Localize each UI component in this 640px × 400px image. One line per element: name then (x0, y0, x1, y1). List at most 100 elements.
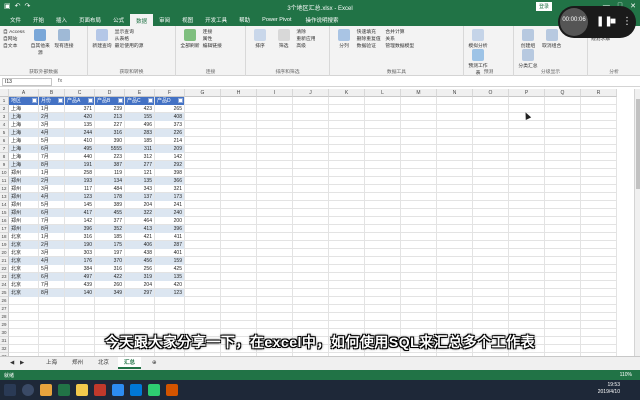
column-header[interactable]: G (185, 89, 221, 97)
table-cell[interactable]: 227 (95, 121, 125, 129)
remove-duplicates-button[interactable]: 删除重复值 (357, 36, 381, 43)
table-cell[interactable]: 5月 (39, 201, 65, 209)
row-header[interactable]: 5 (0, 129, 9, 137)
table-cell[interactable]: 185 (125, 137, 155, 145)
wechat-icon[interactable] (148, 384, 160, 396)
file-explorer-icon[interactable] (76, 384, 88, 396)
column-header[interactable]: O (473, 89, 509, 97)
column-header[interactable]: I (257, 89, 293, 97)
row-header[interactable]: 10 (0, 169, 9, 177)
table-cell[interactable]: 北京 (9, 289, 39, 297)
table-cell[interactable]: 5月 (39, 137, 65, 145)
table-cell[interactable]: 1月 (39, 105, 65, 113)
table-cell[interactable]: 上海 (9, 129, 39, 137)
table-cell[interactable]: 370 (95, 257, 125, 265)
row-header[interactable]: 21 (0, 257, 9, 265)
table-cell[interactable]: 343 (125, 185, 155, 193)
table-cell[interactable]: 3月 (39, 249, 65, 257)
table-cell[interactable]: 121 (125, 169, 155, 177)
column-header[interactable]: M (401, 89, 437, 97)
table-cell[interactable]: 396 (65, 225, 95, 233)
tell-me-search[interactable]: 操作说明搜索 (306, 16, 339, 24)
table-cell[interactable]: 2月 (39, 177, 65, 185)
table-cell[interactable]: 上海 (9, 121, 39, 129)
table-cell[interactable]: 140 (65, 289, 95, 297)
table-cell[interactable]: 190 (65, 241, 95, 249)
table-cell[interactable]: 484 (95, 185, 125, 193)
table-cell[interactable]: 135 (65, 121, 95, 129)
table-cell[interactable]: 郑州 (9, 225, 39, 233)
table-cell[interactable]: 292 (155, 161, 185, 169)
table-cell[interactable]: 411 (155, 233, 185, 241)
row-header[interactable]: 12 (0, 185, 9, 193)
filter-dropdown-icon[interactable] (32, 98, 37, 103)
table-cell[interactable]: 185 (95, 233, 125, 241)
table-cell[interactable]: 8月 (39, 225, 65, 233)
table-cell[interactable]: 406 (125, 241, 155, 249)
table-cell[interactable]: 3月 (39, 185, 65, 193)
table-cell[interactable]: 287 (155, 241, 185, 249)
table-cell[interactable]: 366 (155, 177, 185, 185)
chrome-icon[interactable] (40, 384, 52, 396)
table-cell[interactable]: 7月 (39, 281, 65, 289)
table-cell[interactable]: 240 (155, 209, 185, 217)
table-cell[interactable]: 191 (65, 161, 95, 169)
table-cell[interactable]: 214 (155, 137, 185, 145)
table-cell[interactable]: 438 (125, 249, 155, 257)
table-header-cell[interactable]: 月份 (39, 97, 65, 105)
table-cell[interactable]: 2月 (39, 241, 65, 249)
from-web-button[interactable]: 自网站 (3, 36, 25, 43)
table-cell[interactable]: 197 (95, 249, 125, 257)
row-header[interactable]: 16 (0, 217, 9, 225)
relationships-button[interactable]: 关系 (385, 36, 414, 43)
table-cell[interactable]: 417 (65, 209, 95, 217)
column-header[interactable]: D (95, 89, 125, 97)
table-cell[interactable]: 371 (65, 105, 95, 113)
table-cell[interactable]: 283 (125, 129, 155, 137)
column-header[interactable]: E (125, 89, 155, 97)
new-query-button[interactable]: 新建查询 (91, 29, 113, 49)
column-header[interactable]: B (39, 89, 65, 97)
fx-icon[interactable]: fx (58, 78, 62, 84)
sheet-tab-summary[interactable]: 汇总 (118, 357, 142, 369)
table-cell[interactable]: 200 (155, 217, 185, 225)
table-cell[interactable]: 422 (95, 273, 125, 281)
table-cell[interactable]: 390 (95, 137, 125, 145)
table-cell[interactable]: 135 (125, 177, 155, 185)
table-cell[interactable]: 郑州 (9, 193, 39, 201)
table-cell[interactable]: 134 (95, 177, 125, 185)
table-cell[interactable]: 135 (155, 273, 185, 281)
advanced-button[interactable]: 高级 (296, 43, 315, 50)
row-header[interactable]: 1 (0, 97, 9, 105)
table-cell[interactable]: 123 (65, 193, 95, 201)
filter-dropdown-icon[interactable] (88, 98, 93, 103)
row-header[interactable]: 9 (0, 161, 9, 169)
table-cell[interactable]: 401 (155, 249, 185, 257)
table-header-cell[interactable]: 产品C (125, 97, 155, 105)
table-header-cell[interactable]: 产品A (65, 97, 95, 105)
table-cell[interactable]: 上海 (9, 137, 39, 145)
table-cell[interactable]: 239 (95, 105, 125, 113)
tab-power-pivot[interactable]: Power Pivot (256, 15, 297, 25)
table-cell[interactable]: 6月 (39, 145, 65, 153)
sheet-tab-zhengzhou[interactable]: 郑州 (66, 357, 89, 369)
table-cell[interactable]: 384 (65, 265, 95, 273)
subtotal-button[interactable]: 分类汇总 (517, 49, 539, 69)
table-cell[interactable]: 119 (95, 169, 125, 177)
row-header[interactable]: 15 (0, 209, 9, 217)
table-cell[interactable]: 413 (125, 225, 155, 233)
filter-button[interactable]: 筛选 (273, 29, 295, 49)
table-cell[interactable]: 398 (155, 169, 185, 177)
table-cell[interactable]: 4月 (39, 193, 65, 201)
row-header[interactable]: 29 (0, 321, 9, 329)
sheet-nav-next-icon[interactable]: ▶ (14, 357, 30, 369)
column-header[interactable]: L (365, 89, 401, 97)
row-header[interactable]: 19 (0, 241, 9, 249)
table-cell[interactable]: 312 (125, 153, 155, 161)
vertical-scrollbar[interactable] (634, 89, 640, 356)
table-cell[interactable]: 137 (125, 193, 155, 201)
table-cell[interactable]: 456 (125, 257, 155, 265)
table-cell[interactable]: 420 (65, 113, 95, 121)
sign-in-button[interactable]: 登录 (536, 2, 553, 11)
row-header[interactable]: 8 (0, 153, 9, 161)
